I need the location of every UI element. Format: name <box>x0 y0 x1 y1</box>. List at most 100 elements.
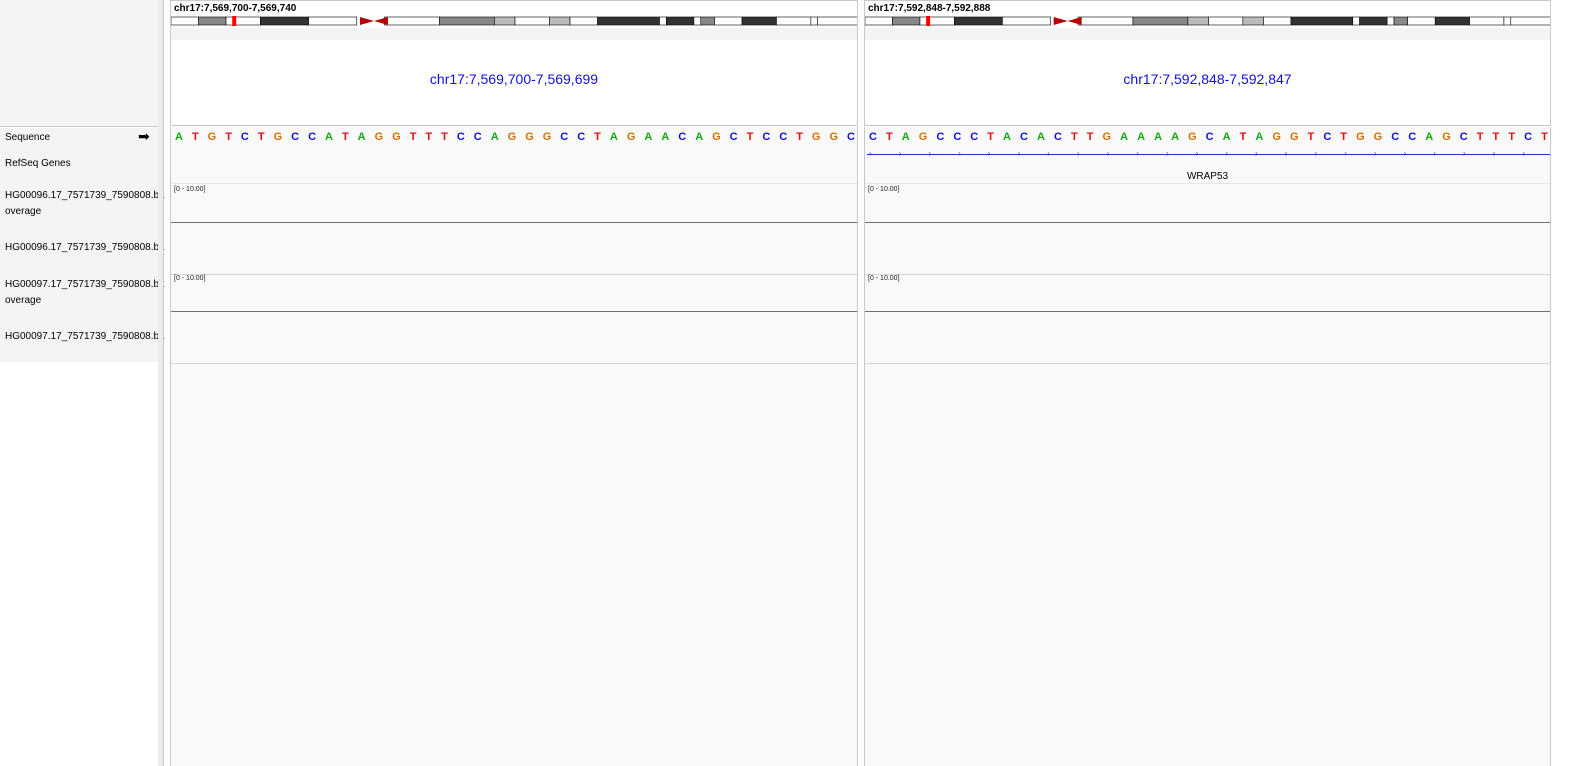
coverage-baseline <box>865 222 1550 223</box>
cytoband <box>1393 16 1409 26</box>
strand-arrow-icon: › <box>1463 149 1466 158</box>
cytoband <box>1002 16 1051 26</box>
cytoband <box>659 16 667 26</box>
cytoband <box>549 16 571 26</box>
strand-arrow-icon: › <box>1225 149 1229 158</box>
sequence-base: A <box>1037 131 1045 143</box>
sequence-track[interactable]: ATGTCTGCCATAGGTTTCCAGGGCCTAGAACAGCTCCTGG… <box>175 129 855 145</box>
sequence-base: C <box>869 131 877 143</box>
sequence-base: T <box>425 131 433 143</box>
sequence-base: C <box>291 131 300 143</box>
track-name-sequence[interactable]: Sequence <box>5 130 50 145</box>
strand-arrow-icon: › <box>1106 149 1110 158</box>
track-data-area[interactable]: ATGTCTGCCATAGGTTTCCAGGGCCTAGAACAGCTCCTGG… <box>170 127 858 766</box>
sequence-base: C <box>970 131 979 143</box>
sequence-base: A <box>357 131 366 143</box>
sequence-base: T <box>1239 131 1247 143</box>
sequence-base: C <box>936 131 945 143</box>
cytoband <box>1359 16 1388 26</box>
sequence-base: A <box>175 131 183 143</box>
cytoband <box>1510 16 1550 26</box>
cytoband <box>892 16 921 26</box>
sequence-base: G <box>207 131 217 143</box>
track-name-hg00097-reads[interactable]: HG00097.17_7571739_7590808.ba <box>5 329 165 344</box>
cytoband <box>597 16 660 26</box>
sequence-base: A <box>901 131 910 143</box>
sequence-base: A <box>1255 131 1264 143</box>
sequence-base: G <box>1188 131 1197 143</box>
sequence-base: T <box>409 131 417 143</box>
cytoband <box>1208 16 1244 26</box>
sequence-base: C <box>560 131 569 143</box>
sequence-base: A <box>609 131 618 143</box>
strand-arrow-icon: › <box>1166 149 1169 158</box>
coverage-scale-label: [0 - 10.00] <box>868 186 900 193</box>
locus-title: chr17:7,569,700-7,569,740 <box>174 3 297 14</box>
sequence-base: A <box>490 131 499 143</box>
centromere <box>373 17 388 25</box>
sequence-base: G <box>1356 131 1365 143</box>
sequence-base: A <box>644 131 653 143</box>
sequence-base: A <box>1137 131 1146 143</box>
gene-feature-line[interactable] <box>867 154 1550 155</box>
sequence-base: C <box>1205 131 1214 143</box>
centromere <box>1053 17 1068 25</box>
cytoband <box>1352 16 1360 26</box>
panel-header: chr17:7,569,700-7,569,740 chr17:7,569,70… <box>170 0 858 126</box>
sequence-base: A <box>661 131 670 143</box>
sequence-base: A <box>1120 131 1129 143</box>
track-name-hg00096-reads[interactable]: HG00096.17_7571739_7590808.ba <box>5 240 165 255</box>
sequence-base: T <box>594 131 601 143</box>
track-names: Sequence RefSeq Genes HG00096.17_7571739… <box>0 128 165 362</box>
coverage-scale-label: [0 - 10.00] <box>868 275 900 282</box>
cytoband <box>494 16 516 26</box>
right-arrow-icon[interactable]: ➡ <box>138 129 150 143</box>
sequence-base: G <box>1442 131 1451 143</box>
sequence-base: G <box>811 131 821 143</box>
sequence-base: G <box>1373 131 1383 143</box>
strand-arrow-icon: › <box>1047 149 1050 158</box>
sequence-track[interactable]: CTAGCCCTACACTTGAAAAGCATAGGTCTGGCCAGCTTTC… <box>869 129 1548 145</box>
track-divider <box>865 363 1550 364</box>
track-name-hg00097-coverage[interactable]: HG00097.17_7571739_7590808.ba <box>5 277 165 292</box>
track-name-refseq-genes[interactable]: RefSeq Genes <box>5 156 71 171</box>
ideogram-strip <box>171 28 857 40</box>
sequence-base: G <box>918 131 928 143</box>
sequence-base: A <box>695 131 704 143</box>
cytoband <box>1242 16 1264 26</box>
strand-arrow-icon: › <box>1492 149 1496 158</box>
ideogram-strip <box>865 28 1550 40</box>
cytoband <box>865 16 893 26</box>
cytoband <box>954 16 1003 26</box>
current-region-marker <box>232 16 237 26</box>
strand-arrow-icon: › <box>1373 149 1377 158</box>
sequence-base: T <box>1476 131 1484 143</box>
panel-header: chr17:7,592,848-7,592,888 chr17:7,592,84… <box>864 0 1551 126</box>
cytoband <box>1132 16 1189 26</box>
chromosome-ideogram[interactable] <box>171 16 857 26</box>
sequence-base: G <box>829 131 839 143</box>
cytoband <box>1077 16 1134 26</box>
sequence-base: G <box>1289 131 1299 143</box>
sequence-base: T <box>257 131 265 143</box>
track-name-hg00096-coverage[interactable]: HG00096.17_7571739_7590808.ba <box>5 188 165 203</box>
sequence-base: T <box>1508 131 1516 143</box>
strand-arrow-icon: › <box>1136 149 1139 158</box>
sequence-base: T <box>191 131 199 143</box>
sequence-base: T <box>1541 131 1548 143</box>
track-data-area[interactable]: CTAGCCCTACACTTGAAAAGCATAGGTCTGGCCAGCTTTC… <box>864 127 1551 766</box>
sequence-base: T <box>1492 131 1500 143</box>
chromosome-ideogram[interactable] <box>865 16 1550 26</box>
sequence-base: A <box>1154 131 1163 143</box>
sequence-base: C <box>729 131 738 143</box>
locus-range-label: chr17:7,569,700-7,569,699 <box>429 71 599 87</box>
coverage-scale-label: [0 - 10.00] <box>174 275 206 282</box>
sequence-base: G <box>392 131 401 143</box>
locus-title: chr17:7,592,848-7,592,888 <box>868 3 991 14</box>
sequence-base: C <box>1323 131 1332 143</box>
sequence-base: C <box>240 131 249 143</box>
centromere <box>359 17 374 25</box>
sequence-base: T <box>1340 131 1348 143</box>
sequence-base: T <box>885 131 893 143</box>
current-region-marker <box>926 16 931 26</box>
